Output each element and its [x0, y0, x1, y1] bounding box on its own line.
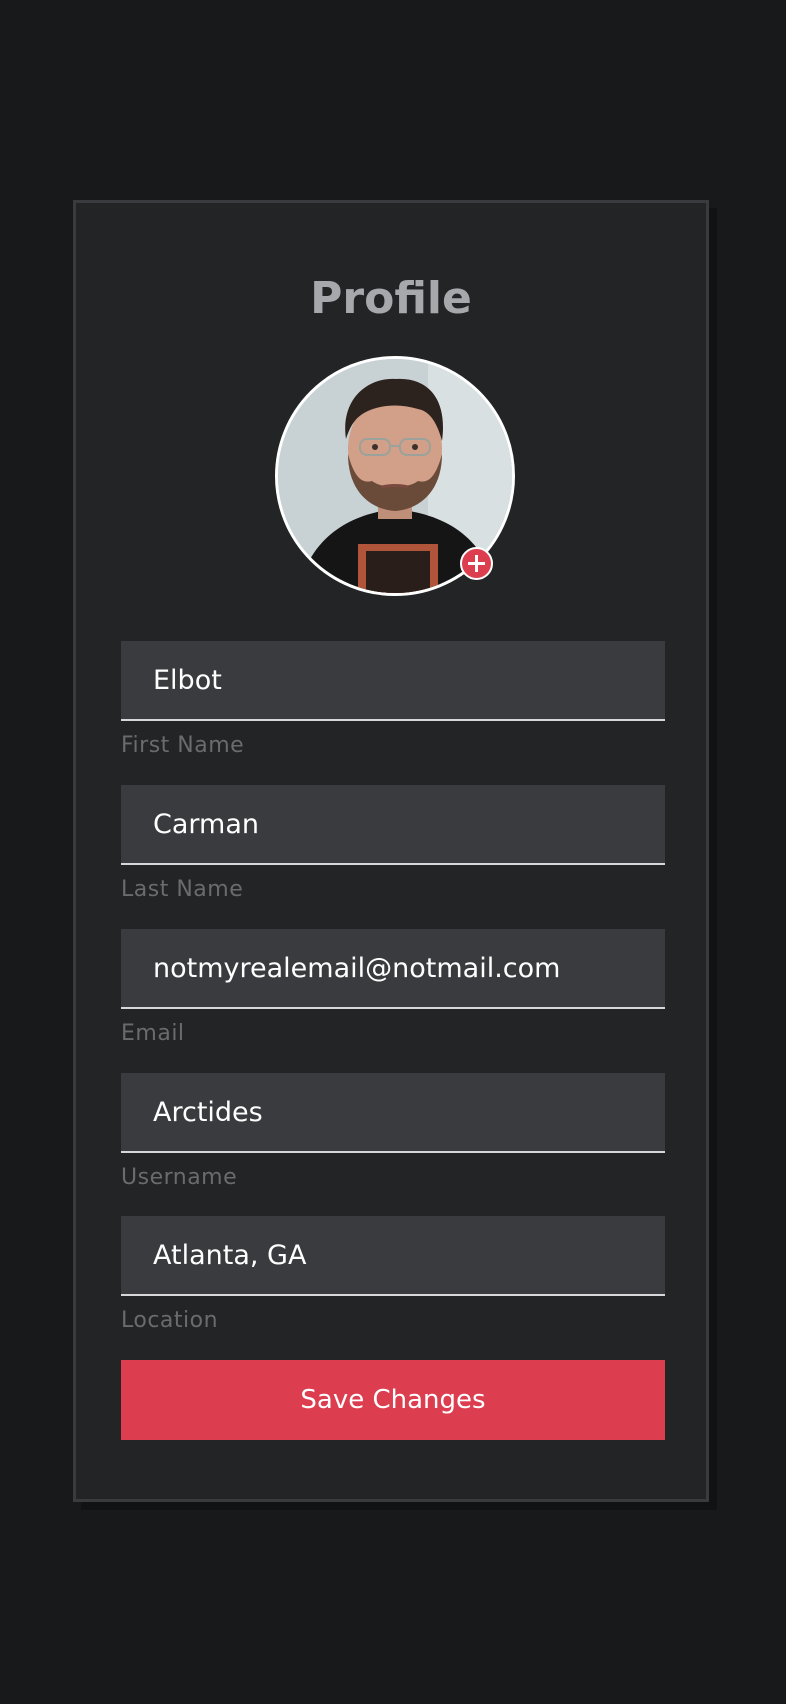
avatar-container	[275, 356, 515, 596]
profile-card: Profile Elbot First Name Carman Last Nam…	[73, 200, 709, 1502]
last-name-group: Last Name	[121, 785, 665, 902]
email-group: Email	[121, 929, 665, 1046]
location-group: Location	[121, 1216, 665, 1333]
location-input[interactable]	[121, 1216, 665, 1296]
username-input[interactable]	[121, 1073, 665, 1153]
email-label: Email	[121, 1021, 185, 1046]
page-title: Profile	[310, 273, 472, 324]
last-name-input[interactable]	[121, 785, 665, 865]
add-photo-icon	[468, 555, 485, 572]
username-group: Username	[121, 1073, 665, 1190]
first-name-label: First Name	[121, 733, 245, 758]
last-name-label: Last Name	[121, 877, 244, 902]
add-photo-button[interactable]	[460, 547, 493, 580]
location-label: Location	[121, 1308, 219, 1333]
save-changes-button[interactable]: Save Changes	[121, 1360, 665, 1440]
email-input[interactable]	[121, 929, 665, 1009]
username-label: Username	[121, 1165, 238, 1190]
first-name-input[interactable]	[121, 641, 665, 721]
first-name-group: First Name	[121, 641, 665, 758]
